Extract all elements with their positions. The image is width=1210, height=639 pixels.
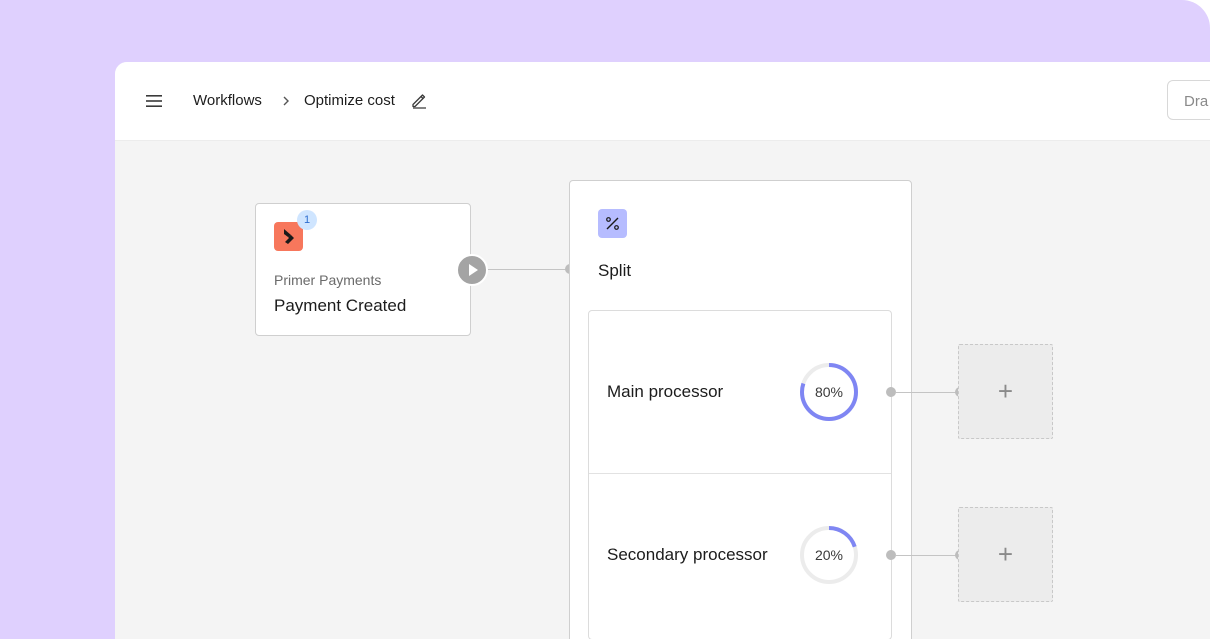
trigger-node[interactable]: 1 Primer Payments Payment Created (255, 203, 471, 336)
play-icon[interactable] (456, 254, 488, 286)
plus-icon: + (997, 539, 1014, 569)
branch-output-port-secondary[interactable] (886, 550, 896, 560)
hamburger-menu-icon[interactable] (145, 93, 163, 109)
pencil-icon[interactable] (410, 91, 428, 109)
branch-list: Main processor 80% Secondary processor 2… (588, 310, 892, 639)
branch-percent: 20% (814, 547, 844, 563)
branch-label: Main processor (607, 382, 724, 401)
split-node[interactable]: Split Main processor 80% Secondary proce… (569, 180, 912, 639)
branch-connector-secondary (896, 555, 958, 556)
branch-row-secondary[interactable]: Secondary processor 20% (589, 474, 891, 636)
branch-row-main[interactable]: Main processor 80% (589, 311, 891, 474)
branch-connector-main (896, 392, 958, 393)
split-title: Split (598, 261, 632, 280)
trigger-count-badge: 1 (297, 210, 317, 230)
top-bar: Workflows Optimize cost Dra (115, 62, 1210, 141)
add-step-button-main[interactable]: + (958, 344, 1053, 439)
workflow-editor-window: Workflows Optimize cost Dra 1 Primer Pay… (115, 62, 1210, 639)
plus-icon: + (997, 376, 1014, 406)
status-button[interactable]: Dra (1167, 80, 1210, 120)
breadcrumb-current: Optimize cost (304, 92, 395, 109)
trigger-connector (488, 269, 570, 270)
branch-percent: 80% (814, 384, 844, 400)
breadcrumb-workflows[interactable]: Workflows (193, 92, 262, 109)
percent-icon (598, 209, 627, 238)
chevron-right-icon (283, 96, 289, 106)
trigger-event: Payment Created (274, 296, 407, 315)
trigger-provider: Primer Payments (274, 272, 382, 288)
add-step-button-secondary[interactable]: + (958, 507, 1053, 602)
branch-label: Secondary processor (607, 545, 768, 564)
branch-output-port-main[interactable] (886, 387, 896, 397)
